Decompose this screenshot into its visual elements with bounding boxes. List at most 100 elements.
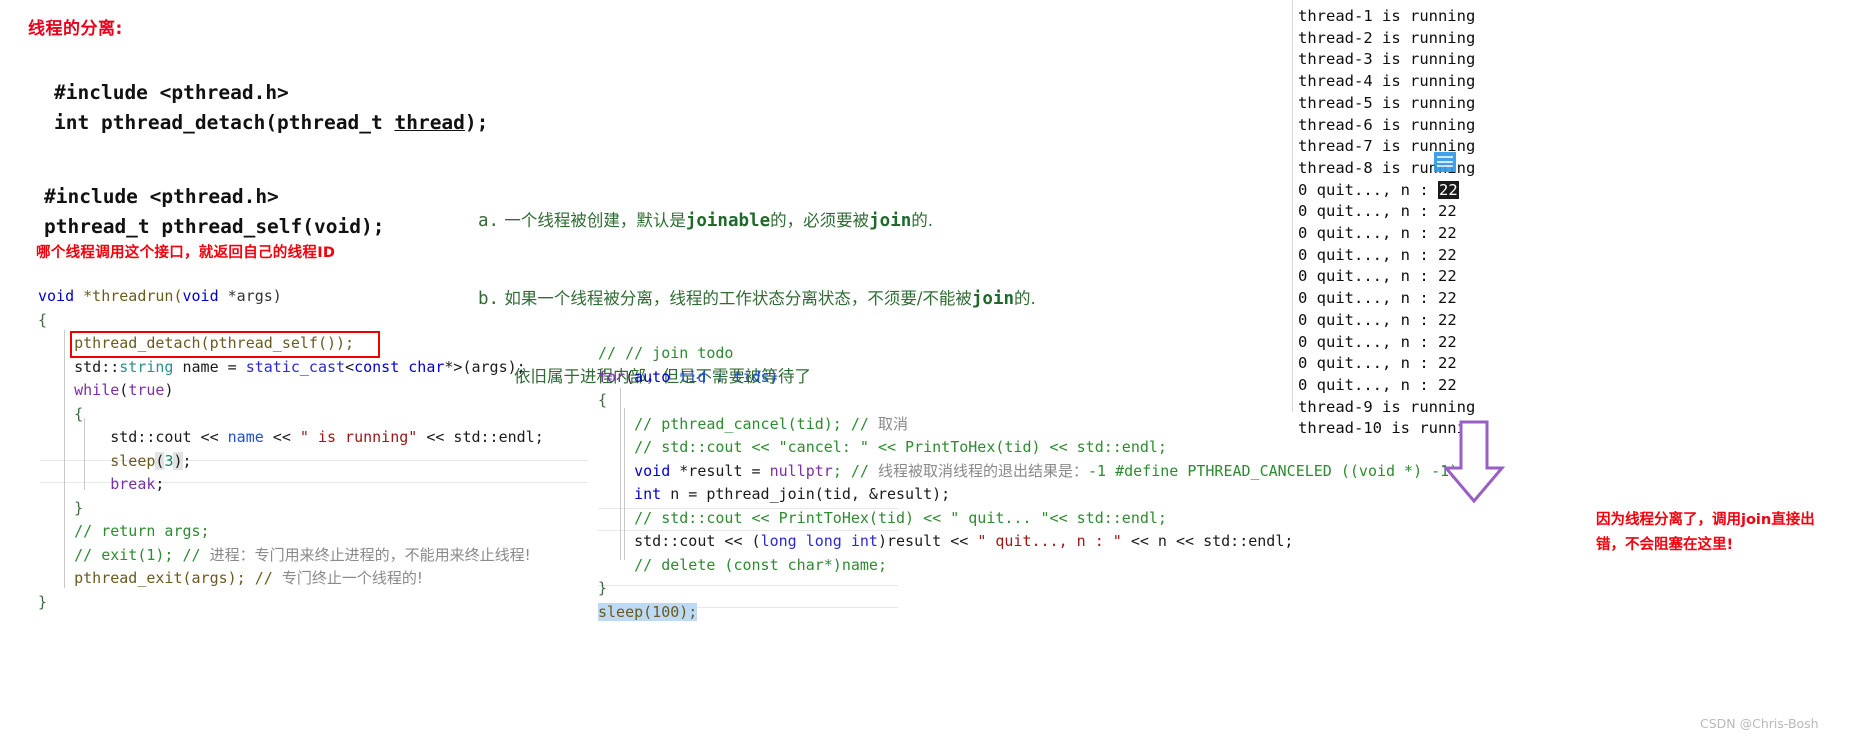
api-detach-arg: thread (394, 111, 465, 134)
terminal-quit-prefix: 0 quit..., n : (1298, 202, 1438, 221)
code-left-l4-a: std:: (38, 357, 120, 376)
code-right-r6-cjk: 线程被取消线程的退出结果是： (877, 461, 1088, 480)
terminal-line-quit: 0 quit..., n : 22 (1298, 223, 1485, 245)
code-left-l13-cjk: 专门终止一个线程的! (281, 569, 423, 587)
terminal-quit-value: 22 (1437, 224, 1457, 243)
code-left-l9-rest: ; (155, 475, 165, 493)
terminal-quit-prefix: 0 quit..., n : (1298, 310, 1438, 329)
terminal-line-quit: 0 quit..., n : 22 (1298, 310, 1485, 332)
code-right-r6-tail: -1 #define PTHREAD_CANCELED ((void *) -1… (1087, 461, 1459, 480)
api-detach-proto-pre: int pthread_detach(pthread_t (54, 111, 395, 134)
terminal-quit-prefix: 0 quit..., n : (1298, 375, 1438, 394)
annotation-join-error-line2: 错，不会阻塞在这里! (1596, 537, 1734, 553)
green-note-a: a. 一个线程被创建，默认是joinable的，必须要被join的. (478, 208, 1036, 234)
green-note-b: b. 如果一个线程被分离，线程的工作状态分离状态，不须要/不能被join的. (478, 286, 1036, 312)
terminal-line-thread-tail-1: thread-9 is running (1298, 397, 1476, 416)
terminal-line-quit: 0 quit..., n : 22 (1298, 245, 1485, 267)
code-left-l6: { (38, 404, 84, 423)
code-left-l5-c: ) (164, 381, 174, 399)
terminal-quit-prefix: 0 quit..., n : (1298, 245, 1438, 264)
code-left-l1-kw2: void (182, 287, 219, 305)
code-right-r10: // delete (const char*)name; (598, 555, 887, 574)
api-signature-pthread-detach: #include <pthread.h> int pthread_detach(… (54, 78, 488, 138)
down-arrow-icon (1442, 420, 1506, 508)
terminal-line-quit: 0 quit..., n : 22 (1298, 180, 1485, 202)
green-note-a-label: a. (478, 211, 500, 231)
terminal-line-thread-4: thread-4 is running (1298, 72, 1476, 91)
code-right-r7-rest: n = pthread_join(tid, &result); (661, 485, 951, 503)
code-left-l4-b: string (119, 357, 174, 376)
api-detach-proto-post: ); (464, 111, 489, 134)
green-note-a-text2: 的，必须要被 (770, 211, 870, 230)
green-note-a-text3: 的. (911, 211, 934, 230)
terminal-output[interactable]: thread-1 is running thread-2 is running th… (1298, 6, 1485, 440)
code-right-r7-kw: int (598, 485, 662, 503)
code-right-r8: // std::cout << PrintToHex(tid) << " qui… (598, 508, 1167, 527)
terminal-line-thread-8: thread-8 is running (1298, 158, 1476, 177)
green-note-b-text1: 如果一个线程被分离，线程的工作状态分离状态，不须要/不能被 (499, 289, 972, 308)
code-left-l5-b: true (128, 381, 165, 399)
code-left-l1-rest: *threadrun( (74, 287, 183, 305)
code-left-l4-g: *>(args); (444, 357, 526, 376)
highlight-box-pthread-detach (70, 331, 380, 358)
terminal-line-thread-3: thread-3 is running (1298, 50, 1476, 69)
watermark: CSDN @Chris-Bosh (1700, 716, 1819, 731)
code-right-r9-a: std::cout << ( (598, 532, 761, 550)
terminal-quit-value: 22 (1437, 245, 1457, 264)
terminal-quit-value: 22 (1437, 310, 1457, 329)
terminal-quit-prefix: 0 quit..., n : (1298, 180, 1438, 199)
green-note-a-kw2: join (869, 211, 912, 231)
terminal-quit-value: 22 (1437, 180, 1459, 199)
code-left-l7-d: << std::endl; (417, 428, 544, 446)
code-right-r6-b: nullptr (769, 461, 833, 480)
api-detach-include: #include <pthread.h> (54, 81, 289, 104)
code-left-l7-c: << (263, 428, 300, 446)
terminal-line-thread-2: thread-2 is running (1298, 28, 1476, 47)
code-left-l8-d: ; (182, 451, 192, 470)
code-right-r1: // // join todo (598, 344, 734, 362)
code-left-l7-b: name (227, 428, 264, 446)
code-right-r9-b: )result << (877, 532, 978, 550)
terminal-quit-value: 22 (1437, 354, 1457, 373)
code-right-r6-c: ; // (832, 461, 878, 480)
code-left-l12-code: // exit(1); // (38, 545, 210, 564)
code-left-l2: { (38, 310, 48, 329)
code-left-l7-a: std::cout << (38, 428, 228, 446)
terminal-line-quit: 0 quit..., n : 22 (1298, 288, 1485, 310)
code-right-r2-a: ( (625, 367, 635, 386)
terminal-quit-prefix: 0 quit..., n : (1298, 332, 1438, 351)
code-left-l5-kw: while (38, 381, 120, 399)
green-note-a-kw1: joinable (685, 211, 771, 231)
terminal-line-thread-1: thread-1 is running (1298, 7, 1476, 25)
terminal-quit-value: 22 (1437, 202, 1457, 221)
terminal-line-quit: 0 quit..., n : 22 (1298, 201, 1485, 223)
code-left-l7-str: " is running" (299, 428, 418, 446)
code-left-l13-code: pthread_exit(args); // (38, 569, 282, 587)
page-title: 线程的分离: (28, 19, 123, 39)
terminal-quit-prefix: 0 quit..., n : (1298, 289, 1438, 308)
code-right-r4-code: // pthread_cancel(tid); // (598, 414, 878, 433)
code-left-l1-rest2: *args) (218, 287, 282, 305)
code-left-l4-d: static_cast (245, 357, 346, 376)
code-right-r2-kw: for (598, 367, 626, 386)
terminal-line-quit: 0 quit..., n : 22 (1298, 266, 1485, 288)
green-note-b-kw1: join (971, 289, 1015, 309)
code-right-r2-c: tid : tids) (670, 367, 779, 386)
code-right-r5: // std::cout << "cancel: " << PrintToHex… (598, 438, 1167, 456)
terminal-line-thread-7: thread-7 is running (1298, 137, 1476, 156)
code-left-l14: } (38, 592, 48, 611)
code-right-r4-cjk: 取消 (877, 414, 908, 433)
code-right-r11: } (598, 579, 608, 597)
code-left-l11: // return args; (38, 522, 210, 540)
terminal-line-quit: 0 quit..., n : 22 (1298, 353, 1485, 375)
code-right-r9-kw: long long int (760, 532, 878, 550)
annotation-join-error-line1: 因为线程分离了，调用join直接出 (1596, 512, 1815, 528)
terminal-quit-value: 22 (1437, 267, 1457, 286)
annotation-join-error: 因为线程分离了，调用join直接出 错，不会阻塞在这里! (1596, 508, 1854, 558)
code-left-l10: } (38, 498, 84, 517)
green-note-b-text2: 的. (1014, 289, 1036, 308)
code-left-l4-f: const char (354, 357, 445, 376)
api-self-include: #include <pthread.h> (44, 185, 279, 208)
api-self-proto: pthread_t pthread_self(void); (44, 215, 385, 238)
code-left-l9-kw: break (38, 475, 156, 493)
